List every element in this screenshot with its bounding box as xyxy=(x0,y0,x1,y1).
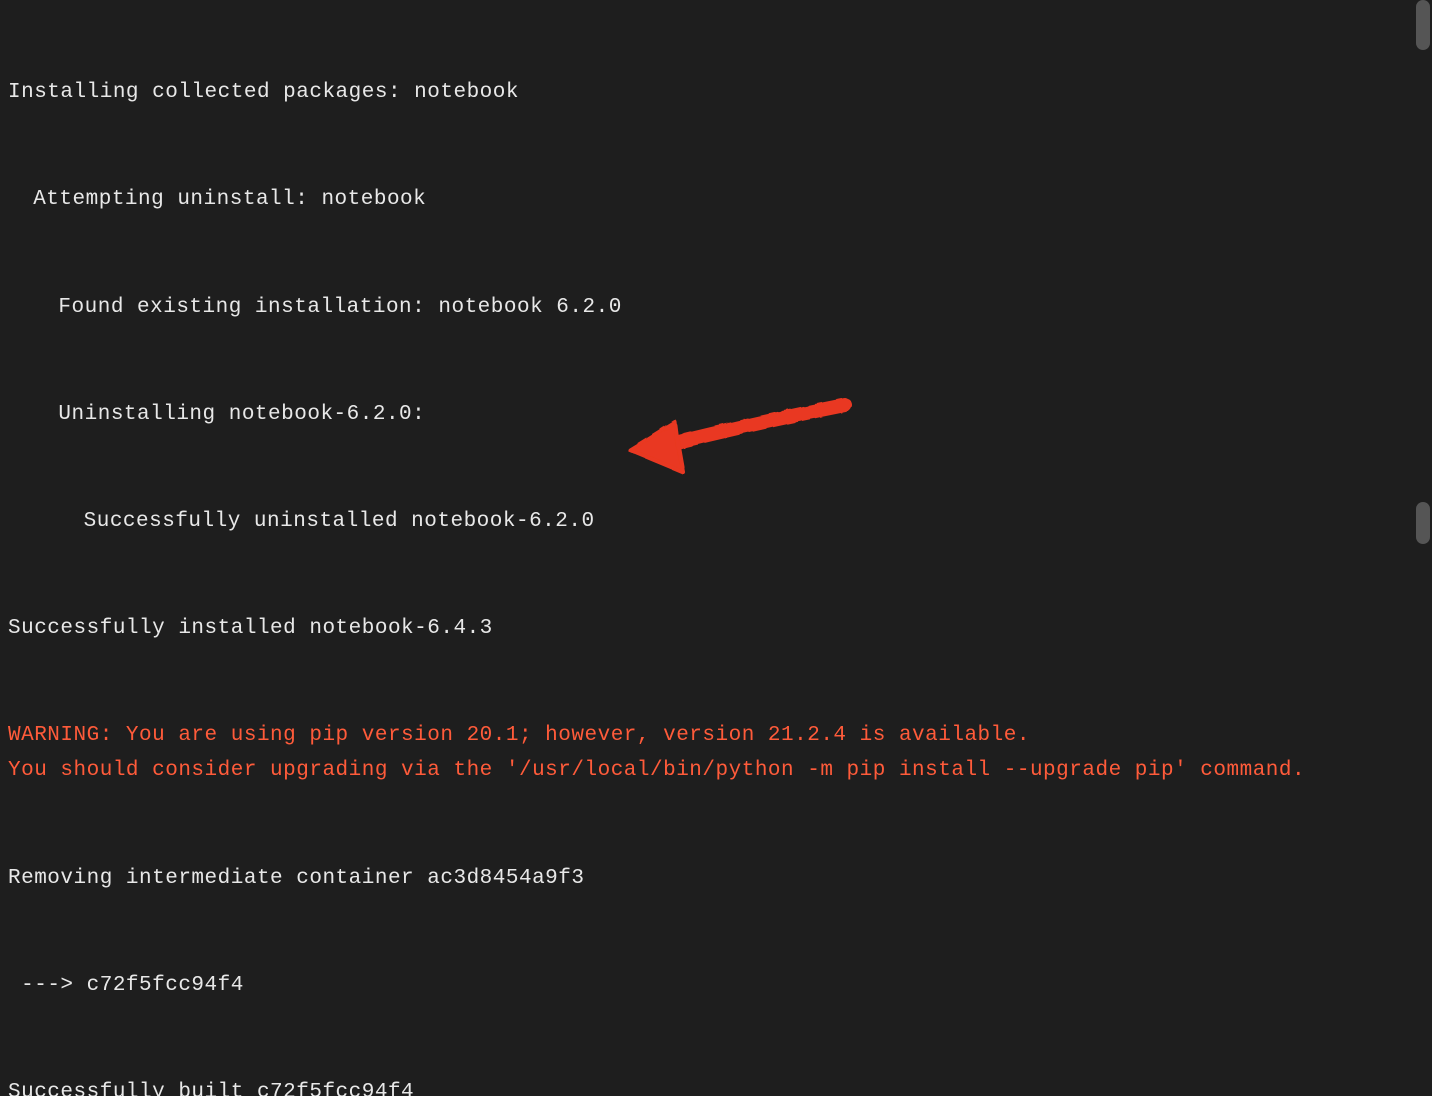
scrollbar-thumb[interactable] xyxy=(1416,0,1430,50)
output-line: Successfully uninstalled notebook-6.2.0 xyxy=(8,504,1396,540)
warning-line: WARNING: You are using pip version 20.1;… xyxy=(8,718,1396,789)
output-line: Successfully built c72f5fcc94f4 xyxy=(8,1075,1396,1096)
scrollbar-track[interactable] xyxy=(1414,0,1432,548)
output-line: Found existing installation: notebook 6.… xyxy=(8,290,1396,326)
terminal-output[interactable]: Installing collected packages: notebook … xyxy=(0,0,1404,1096)
output-line: ---> c72f5fcc94f4 xyxy=(8,968,1396,1004)
output-line: Uninstalling notebook-6.2.0: xyxy=(8,397,1396,433)
output-line: Installing collected packages: notebook xyxy=(8,75,1396,111)
output-line: Attempting uninstall: notebook xyxy=(8,182,1396,218)
output-line: Successfully installed notebook-6.4.3 xyxy=(8,611,1396,647)
output-line: Removing intermediate container ac3d8454… xyxy=(8,861,1396,897)
scrollbar-thumb[interactable] xyxy=(1416,502,1430,544)
